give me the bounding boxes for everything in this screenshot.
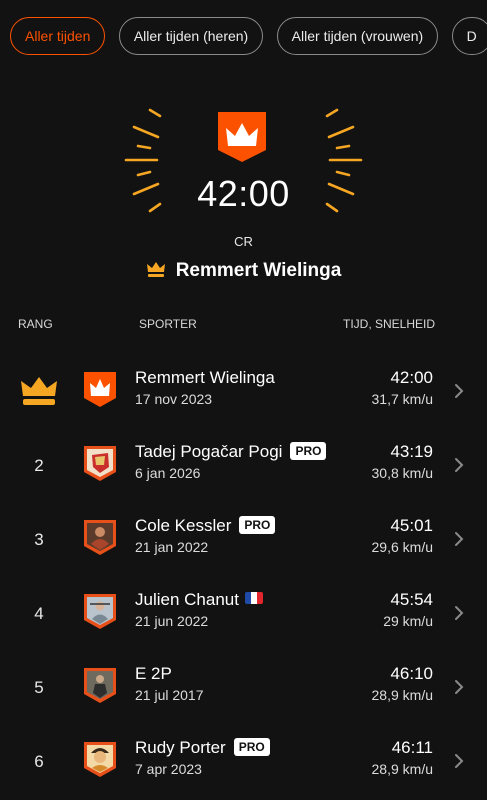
effort-date: 21 jun 2022 bbox=[135, 613, 209, 629]
chevron-right-icon bbox=[455, 384, 464, 398]
chevron-right-icon bbox=[455, 754, 464, 768]
athlete-name: Cole Kessler PRO bbox=[135, 516, 276, 536]
crown-badge-icon bbox=[84, 372, 116, 407]
filter-chip-next[interactable]: D bbox=[451, 17, 487, 55]
france-flag-icon bbox=[244, 592, 263, 604]
athlete-avatar bbox=[84, 742, 116, 777]
effort-speed: 29 km/u bbox=[383, 613, 433, 629]
effort-speed: 30,8 km/u bbox=[371, 465, 433, 481]
table-row[interactable]: 3 Cole Kessler PRO 21 jan 2022 45:01 29,6… bbox=[0, 508, 487, 582]
pro-badge: PRO bbox=[239, 516, 276, 534]
effort-time: 45:54 bbox=[390, 590, 433, 609]
leaderboard-filter-bar: Aller tijden Aller tijden (heren) Aller … bbox=[10, 17, 487, 55]
course-record-hero: 42:00 CR Remmert Wielinga bbox=[0, 100, 487, 300]
effort-date: 17 nov 2023 bbox=[135, 391, 213, 407]
effort-time: 46:10 bbox=[390, 664, 433, 683]
effort-date: 21 jan 2022 bbox=[135, 539, 209, 555]
rank-number: 5 bbox=[34, 678, 44, 697]
athlete-name: Remmert Wielinga bbox=[135, 368, 275, 387]
column-rank-header: RANG bbox=[18, 317, 53, 331]
effort-time: 42:00 bbox=[390, 368, 433, 387]
rank-number: 3 bbox=[34, 530, 44, 549]
table-row[interactable]: 2 Tadej Pogačar Pogi PRO 6 jan 2026 43:19… bbox=[0, 434, 487, 508]
athlete-name: Julien Chanut bbox=[135, 590, 263, 610]
filter-chip-all-time-men[interactable]: Aller tijden (heren) bbox=[118, 17, 264, 55]
table-row[interactable]: 5 E 2P 21 jul 2017 46:10 28,9 km/u bbox=[0, 656, 487, 730]
effort-speed: 28,9 km/u bbox=[371, 761, 433, 777]
course-record-label: CR bbox=[234, 234, 253, 249]
effort-speed: 28,9 km/u bbox=[371, 687, 433, 703]
table-row[interactable]: Remmert Wielinga 17 nov 2023 42:00 31,7 … bbox=[0, 360, 487, 434]
gold-crown-icon bbox=[146, 262, 165, 277]
course-record-holder[interactable]: Remmert Wielinga bbox=[0, 260, 487, 282]
effort-date: 21 jul 2017 bbox=[135, 687, 204, 703]
athlete-name: E 2P bbox=[135, 664, 172, 683]
pro-badge: PRO bbox=[233, 738, 270, 756]
course-record-holder-name: Remmert Wielinga bbox=[175, 260, 342, 281]
chevron-right-icon bbox=[455, 606, 464, 620]
filter-chip-all-time[interactable]: Aller tijden bbox=[10, 17, 106, 55]
column-athlete-header: SPORTER bbox=[139, 317, 197, 331]
table-row[interactable]: 6 Rudy Porter PRO 7 apr 2023 46:11 28,9 k… bbox=[0, 730, 487, 800]
chevron-right-icon bbox=[455, 532, 464, 546]
effort-time: 43:19 bbox=[390, 442, 433, 461]
chevron-right-icon bbox=[455, 680, 464, 694]
crown-badge-icon bbox=[218, 112, 266, 162]
athlete-avatar bbox=[84, 594, 116, 629]
rank-number: 4 bbox=[34, 604, 44, 623]
chevron-right-icon bbox=[455, 458, 464, 472]
effort-speed: 29,6 km/u bbox=[371, 539, 433, 555]
effort-date: 6 jan 2026 bbox=[135, 465, 201, 481]
table-row[interactable]: 4 Julien Chanut 21 jun 2022 45:54 29 km/… bbox=[0, 582, 487, 656]
athlete-avatar bbox=[84, 520, 116, 555]
effort-time: 45:01 bbox=[390, 516, 433, 535]
athlete-avatar bbox=[84, 446, 116, 481]
athlete-name: Tadej Pogačar Pogi PRO bbox=[135, 442, 327, 462]
column-time-header: TIJD, SNELHEID bbox=[342, 317, 435, 331]
athlete-avatar bbox=[84, 668, 116, 703]
effort-date: 7 apr 2023 bbox=[135, 761, 202, 777]
rank-number: 6 bbox=[34, 752, 44, 771]
athlete-name: Rudy Porter PRO bbox=[135, 738, 270, 758]
gold-crown-icon bbox=[21, 377, 57, 405]
course-record-time: 42:00 bbox=[197, 173, 290, 214]
filter-chip-all-time-women[interactable]: Aller tijden (vrouwen) bbox=[276, 17, 439, 55]
rank-number: 2 bbox=[34, 456, 44, 475]
pro-badge: PRO bbox=[290, 442, 327, 460]
effort-speed: 31,7 km/u bbox=[371, 391, 433, 407]
effort-time: 46:11 bbox=[391, 738, 433, 757]
